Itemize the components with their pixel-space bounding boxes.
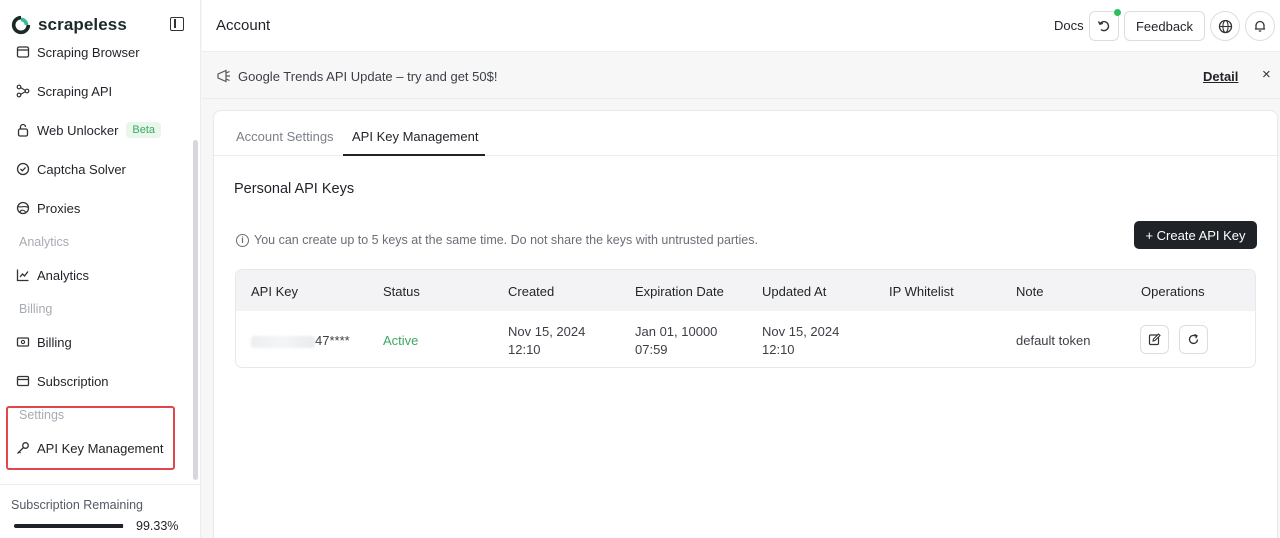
regenerate-key-button[interactable] — [1179, 325, 1208, 354]
column-header: IP Whitelist — [889, 284, 954, 299]
sidebar-item-label: Proxies — [37, 200, 81, 216]
browser-icon — [16, 45, 30, 59]
sidebar-collapse-icon[interactable] — [170, 17, 184, 31]
refresh-icon — [1188, 333, 1199, 345]
beta-badge: Beta — [126, 122, 162, 138]
column-header: API Key — [251, 284, 298, 299]
created-cell: Nov 15, 2024 12:10 — [508, 323, 585, 359]
language-button[interactable] — [1210, 11, 1240, 41]
billing-icon — [16, 335, 30, 349]
sidebar-item-label: Web Unlocker — [37, 122, 119, 138]
sidebar-scrollbar[interactable] — [193, 140, 198, 480]
api-key-cell[interactable]: 47**** — [251, 332, 350, 350]
notifications-button[interactable] — [1245, 11, 1275, 41]
subscription-remaining-label: Subscription Remaining — [11, 498, 144, 512]
unlock-icon — [16, 123, 30, 137]
section-label-analytics: Analytics — [19, 235, 70, 249]
sidebar-item-label: Billing — [37, 334, 72, 350]
subscription-progress-bar — [14, 524, 124, 528]
refresh-icon — [1097, 20, 1110, 32]
scrapeless-logo-icon — [11, 15, 31, 35]
feedback-button[interactable]: Feedback — [1124, 11, 1205, 41]
updated-time: 12:10 — [762, 342, 795, 357]
sidebar-item-label: Subscription — [37, 373, 109, 389]
api-key-card: Account Settings API Key Management Pers… — [213, 110, 1279, 538]
column-header: Updated At — [762, 284, 827, 299]
table-header: API Key Status Created Expiration Date U… — [236, 270, 1255, 311]
column-header: Created — [508, 284, 555, 299]
expiration-date: Jan 01, 10000 — [635, 324, 718, 339]
status-badge: Active — [383, 333, 419, 348]
bell-icon — [1255, 20, 1265, 32]
page-title: Account — [216, 17, 271, 34]
tab-api-key-management[interactable]: API Key Management — [352, 129, 478, 144]
banner-close-icon[interactable]: × — [1262, 66, 1271, 83]
created-time: 12:10 — [508, 342, 541, 357]
column-header: Expiration Date — [635, 284, 724, 299]
sidebar-item-label: Analytics — [37, 267, 90, 283]
column-header: Operations — [1141, 284, 1205, 299]
tab-bar: Account Settings API Key Management — [214, 111, 1279, 156]
sidebar: scrapeless Scraping Browser Scraping API… — [0, 0, 201, 538]
globe-icon — [16, 201, 30, 215]
analytics-icon — [16, 268, 30, 282]
sidebar-item-analytics[interactable]: Analytics — [16, 264, 89, 286]
brand-name: scrapeless — [38, 15, 127, 34]
sidebar-item-label: Captcha Solver — [37, 161, 126, 177]
banner-detail-link[interactable]: Detail — [1203, 69, 1238, 84]
active-tab-indicator — [343, 154, 485, 156]
docs-link[interactable]: Docs — [1054, 18, 1084, 33]
column-header: Note — [1016, 284, 1044, 299]
edit-icon — [1148, 333, 1161, 346]
info-message: i You can create up to 5 keys at the sam… — [236, 233, 758, 247]
section-title: Personal API Keys — [234, 181, 355, 197]
tab-account-settings[interactable]: Account Settings — [236, 129, 334, 144]
info-message-text: You can create up to 5 keys at the same … — [254, 233, 758, 247]
edit-key-button[interactable] — [1140, 325, 1169, 354]
info-icon: i — [236, 233, 249, 247]
online-dot — [1114, 9, 1121, 16]
check-circle-icon — [16, 162, 30, 176]
refresh-button[interactable] — [1089, 9, 1121, 41]
globe-icon — [1218, 19, 1232, 33]
highlight-annotation — [6, 406, 175, 470]
sidebar-item-label: Scraping Browser — [37, 44, 140, 60]
megaphone-icon — [217, 69, 230, 83]
sidebar-item-label: Scraping API — [37, 83, 113, 99]
subscription-remaining-percent: 99.33% — [136, 519, 179, 533]
sidebar-item-captcha-solver[interactable]: Captcha Solver — [16, 158, 126, 180]
api-key-suffix: 47**** — [315, 333, 350, 348]
api-icon — [16, 84, 30, 98]
announcement-banner: Google Trends API Update – try and get 5… — [202, 53, 1280, 99]
create-api-key-button[interactable]: + Create API Key — [1134, 221, 1257, 249]
top-header: Account Docs Feedback — [202, 0, 1280, 52]
api-keys-table: API Key Status Created Expiration Date U… — [235, 269, 1256, 368]
expiration-cell: Jan 01, 10000 07:59 — [635, 323, 717, 359]
redacted-key — [251, 335, 315, 348]
sidebar-item-proxies[interactable]: Proxies — [16, 197, 80, 219]
sidebar-item-scraping-api[interactable]: Scraping API — [16, 80, 112, 102]
sidebar-item-web-unlocker[interactable]: Web Unlocker Beta — [16, 119, 162, 141]
updated-cell: Nov 15, 2024 12:10 — [762, 323, 839, 359]
sidebar-divider — [0, 484, 201, 485]
updated-date: Nov 15, 2024 — [762, 324, 840, 339]
column-header: Status — [383, 284, 420, 299]
note-cell: default token — [1016, 333, 1091, 348]
sidebar-item-scraping-browser[interactable]: Scraping Browser — [16, 44, 140, 63]
subscription-progress-fill — [14, 524, 124, 528]
created-date: Nov 15, 2024 — [508, 324, 586, 339]
logo-row[interactable]: scrapeless — [0, 0, 200, 50]
banner-text: Google Trends API Update – try and get 5… — [238, 69, 498, 84]
sidebar-item-subscription[interactable]: Subscription — [16, 370, 109, 392]
card-icon — [16, 374, 30, 388]
section-label-billing: Billing — [19, 302, 53, 316]
expiration-time: 07:59 — [635, 342, 668, 357]
sidebar-item-billing[interactable]: Billing — [16, 331, 72, 353]
